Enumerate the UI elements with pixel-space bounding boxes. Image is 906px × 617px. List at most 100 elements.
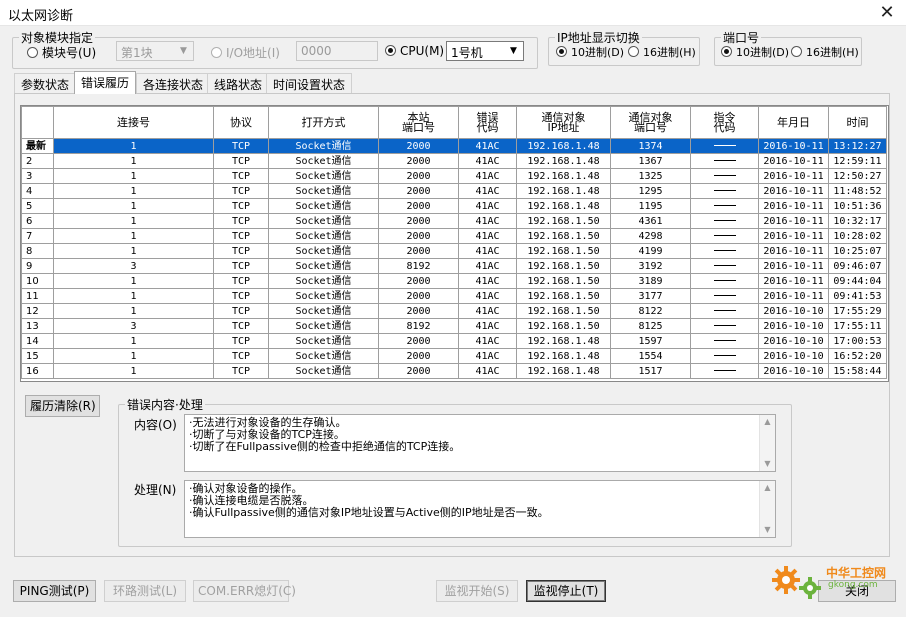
cell-open: Socket通信 [268,243,379,259]
column-header-time[interactable]: 时间 [828,106,887,139]
column-header-local-port[interactable]: 本站 端口号 [378,106,459,139]
error-history-table[interactable]: 连接号 协议 打开方式 本站 端口号 错误 代码 通信对象 IP地址 通信对象 端口号 指令 … [20,105,889,382]
tab-connection-status[interactable]: 各连接状态 [136,73,211,93]
table-row[interactable]: 16 1 TCP Socket通信 2000 41AC 192.168.1.48 1517 20… [21,363,887,379]
tab-line-status[interactable]: 线路状态 [207,73,270,93]
cell-local-port: 2000 [378,153,459,169]
cell-cmd-code [690,243,759,259]
column-header-date[interactable]: 年月日 [758,106,829,139]
cell-cmd-code [690,213,759,229]
column-header-row[interactable] [21,106,54,139]
com-err-off-button[interactable]: COM.ERR熄灯(C) [193,580,296,602]
io-address-radio[interactable]: I/O地址(I) [211,44,280,61]
column-header-open[interactable]: 打开方式 [268,106,379,139]
cell-time: 09:44:04 [828,273,887,289]
row-header: 10 [21,273,54,289]
table-row[interactable]: 10 1 TCP Socket通信 2000 41AC 192.168.1.50 3189 20… [21,273,887,289]
action-scrollbar[interactable]: ▲ ▼ [759,481,775,537]
column-header-conn[interactable]: 连接号 [53,106,214,139]
history-clear-button[interactable]: 履历清除(R) [25,395,100,417]
cell-open: Socket通信 [268,183,379,199]
io-address-input[interactable]: 0000 [296,41,378,61]
column-header-proto[interactable]: 协议 [213,106,269,139]
monitor-start-button[interactable]: 监视开始(S) [436,580,518,602]
cell-err-code: 41AC [458,258,517,274]
cell-date: 2016-10-11 [758,243,829,259]
column-header-peer-port[interactable]: 通信对象 端口号 [610,106,691,139]
cpu-combo[interactable]: 1号机 ▼ [446,41,524,61]
close-icon[interactable]: ✕ [876,2,898,24]
cell-peer-port: 1554 [610,348,691,364]
column-header-err-code[interactable]: 错误 代码 [458,106,517,139]
cell-proto: TCP [213,243,269,259]
cell-conn: 1 [53,303,214,319]
content-scrollbar[interactable]: ▲ ▼ [759,415,775,471]
cell-cmd-code [690,273,759,289]
scroll-down-icon[interactable]: ▼ [760,523,775,537]
table-row[interactable]: 13 3 TCP Socket通信 8192 41AC 192.168.1.50 8125 20… [21,318,887,334]
scroll-down-icon[interactable]: ▼ [760,457,775,471]
table-row[interactable]: 6 1 TCP Socket通信 2000 41AC 192.168.1.50 4361 201… [21,213,887,229]
cell-err-code: 41AC [458,183,517,199]
content-textarea[interactable]: ·无法进行对象设备的生存确认。 ·切断了与对象设备的TCP连接。 ·切断了在Fu… [184,414,776,472]
table-row[interactable]: 14 1 TCP Socket通信 2000 41AC 192.168.1.48 1597 20… [21,333,887,349]
scroll-up-icon[interactable]: ▲ [760,415,775,429]
table-row[interactable]: 7 1 TCP Socket通信 2000 41AC 192.168.1.50 4298 201… [21,228,887,244]
cell-local-port: 2000 [378,288,459,304]
cell-peer-ip: 192.168.1.50 [516,303,611,319]
cpu-radio[interactable]: CPU(M) [385,44,444,58]
cell-cmd-code [690,198,759,214]
table-row[interactable]: 4 1 TCP Socket通信 2000 41AC 192.168.1.48 1295 201… [21,183,887,199]
cell-cmd-code [690,168,759,184]
ip-hex-label: 16进制(H) [643,46,696,59]
error-table: 连接号 协议 打开方式 本站 端口号 错误 代码 通信对象 IP地址 通信对象 端口号 指令 … [21,106,887,379]
table-row[interactable]: 12 1 TCP Socket通信 2000 41AC 192.168.1.50 8122 20… [21,303,887,319]
cell-date: 2016-10-11 [758,213,829,229]
loop-test-button[interactable]: 环路测试(L) [104,580,186,602]
cell-proto: TCP [213,348,269,364]
module-no-radio[interactable]: 模块号(U) [27,44,96,61]
tab-error-history[interactable]: 错误履历 [74,71,137,94]
cell-proto: TCP [213,318,269,334]
cell-peer-port: 1367 [610,153,691,169]
column-header-peer-ip[interactable]: 通信对象 IP地址 [516,106,611,139]
table-row[interactable]: 9 3 TCP Socket通信 8192 41AC 192.168.1.50 3192 201… [21,258,887,274]
cell-conn: 1 [53,288,214,304]
ping-test-button[interactable]: PING测试(P) [13,580,96,602]
table-row[interactable]: 11 1 TCP Socket通信 2000 41AC 192.168.1.50 3177 20… [21,288,887,304]
cell-local-port: 2000 [378,138,459,154]
module-no-combo[interactable]: 第1块 ▼ [116,41,194,61]
cell-peer-ip: 192.168.1.48 [516,348,611,364]
cell-date: 2016-10-10 [758,363,829,379]
cell-proto: TCP [213,303,269,319]
action-textarea[interactable]: ·确认对象设备的操作。 ·确认连接电缆是否脱落。 ·确认Fullpassive侧… [184,480,776,538]
radio-icon [211,47,222,58]
tab-parameter-status[interactable]: 参数状态 [14,73,77,93]
cell-date: 2016-10-11 [758,153,829,169]
table-row[interactable]: 3 1 TCP Socket通信 2000 41AC 192.168.1.48 1325 201… [21,168,887,184]
cell-cmd-code-dash [713,175,736,176]
table-row[interactable]: 5 1 TCP Socket通信 2000 41AC 192.168.1.48 1195 201… [21,198,887,214]
table-row[interactable]: 2 1 TCP Socket通信 2000 41AC 192.168.1.48 1367 201… [21,153,887,169]
cell-cmd-code-dash [713,235,736,236]
port-hex-radio[interactable]: 16进制(H) [791,44,859,60]
cell-open: Socket通信 [268,363,379,379]
cell-time: 12:50:27 [828,168,887,184]
monitor-stop-button[interactable]: 监视停止(T) [526,580,606,602]
chevron-down-icon: ▼ [180,46,187,56]
cell-err-code: 41AC [458,153,517,169]
table-row[interactable]: 15 1 TCP Socket通信 2000 41AC 192.168.1.48 1554 20… [21,348,887,364]
scroll-up-icon[interactable]: ▲ [760,481,775,495]
table-row[interactable]: 8 1 TCP Socket通信 2000 41AC 192.168.1.50 4199 201… [21,243,887,259]
cell-cmd-code [690,153,759,169]
chevron-down-icon: ▼ [510,46,517,56]
tab-time-setting-status[interactable]: 时间设置状态 [266,73,353,93]
ip-hex-radio[interactable]: 16进制(H) [628,44,696,60]
column-header-cmd-code[interactable]: 指令 代码 [690,106,759,139]
cell-conn: 1 [53,213,214,229]
ip-dec-radio[interactable]: 10进制(D) [556,44,624,60]
cell-peer-ip: 192.168.1.48 [516,153,611,169]
table-row[interactable]: 最新 1 TCP Socket通信 2000 41AC 192.168.1.48 1374 20… [21,138,887,154]
cell-time: 10:32:17 [828,213,887,229]
port-dec-radio[interactable]: 10进制(D) [721,44,789,60]
